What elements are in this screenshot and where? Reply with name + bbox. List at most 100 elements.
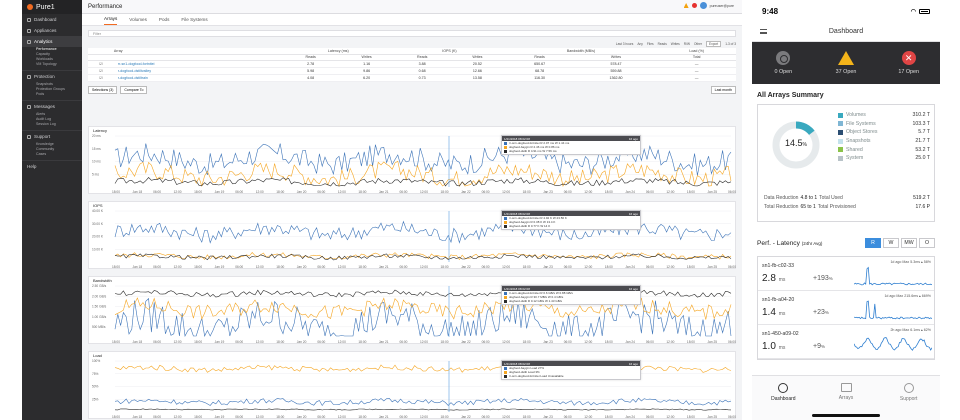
error-icon[interactable] — [691, 3, 697, 8]
x-tick-label: 12:00 — [256, 415, 264, 419]
y-tick-label: 2.00 GB/s — [92, 294, 107, 298]
time-range-select[interactable]: Last 3 hours — [616, 42, 634, 46]
y-tick-label: 30.00 K — [92, 222, 104, 226]
user-name[interactable]: pureuser@pure — [710, 4, 734, 8]
latency-row[interactable]: sn1-fb-a04-20 1.4 ms +23% 1d ago Max 215.6m… — [758, 291, 934, 325]
tab-file-systems[interactable]: File Systems — [181, 17, 207, 25]
row-label: Data Reduction — [764, 194, 799, 201]
table-row[interactable]: ☑ r-dogfood-dstiltvalley 5.98 9.86 0.68 … — [88, 67, 736, 75]
chart-3[interactable]: Load 100% 75% 50% 25% 18:00 Jan 18 06:00 12:00 18… — [88, 351, 736, 419]
tab-arrays[interactable]: Arrays — [104, 16, 118, 25]
cell: 1362.80 — [574, 74, 658, 82]
seg-mixed[interactable]: MW — [901, 238, 917, 248]
chart-2[interactable]: Bandwidth 2.50 GB/s 2.00 GB/s 1.50 GB/s 1.00… — [88, 276, 736, 344]
row-checkbox[interactable]: ☑ — [88, 67, 114, 75]
x-tick-label: Jan 21 — [379, 265, 389, 269]
x-tick-label: 06:00 — [235, 340, 243, 344]
series-swatch — [504, 299, 507, 303]
chart-0[interactable]: Latency 20 ms 15 ms 10 ms 5 ms 18:00 Jan 18 06:… — [88, 126, 736, 194]
series-swatch — [504, 291, 507, 295]
y-tick-label: 10.00 K — [92, 247, 104, 251]
table-row[interactable]: ☑ rr-sn1-dogfood-fortnitei 2.78 1.16 3.8… — [88, 60, 736, 68]
legend-value: 25.0 T — [915, 155, 930, 162]
sidebar: Pure1 Dashboard Appliances Analytics Per… — [22, 0, 82, 420]
any-toggle[interactable]: Any — [637, 42, 643, 46]
other-checkbox[interactable]: Other — [694, 42, 702, 46]
sidebar-sub-vm-topology[interactable]: VM Topology — [22, 62, 82, 67]
alert-critical[interactable]: ✕ 17 Open — [877, 42, 940, 84]
sidebar-item-help[interactable]: Help — [22, 161, 82, 172]
chart-1[interactable]: IOPS 40.00 K 30.00 K 20.00 K 10.00 K 18:00 Jan… — [88, 201, 736, 269]
x-tick-label: 12:00 — [256, 190, 264, 194]
compare-button[interactable]: Compare To — [120, 85, 148, 94]
sidebar-item-messages[interactable]: Messages — [22, 101, 82, 112]
sidebar-item-appliances[interactable]: Appliances — [22, 25, 82, 36]
brand-logo[interactable]: Pure1 — [22, 0, 82, 14]
cell: 0.73 — [394, 74, 451, 82]
tab-dashboard[interactable]: Dashboard — [752, 376, 815, 420]
sidebar-item-dashboard[interactable]: Dashboard — [22, 14, 82, 25]
rw-checkbox[interactable]: R/W — [684, 42, 690, 46]
summary-box[interactable]: 14.5% Volumes 310.2 T File Systems 103.3 TO… — [757, 104, 935, 222]
avatar[interactable] — [699, 2, 707, 9]
x-tick-label: 06:00 — [235, 190, 243, 194]
files-toggle[interactable]: Files — [647, 42, 654, 46]
sidebar-item-protection[interactable]: Protection — [22, 71, 82, 82]
legend-row: Shared 53.2 T — [838, 145, 930, 154]
series-swatch — [504, 216, 507, 220]
alert-warning[interactable]: 37 Open — [815, 42, 878, 84]
cell: 1.16 — [338, 60, 395, 68]
x-tick-label: Jan 25 — [707, 415, 717, 419]
menu-icon[interactable] — [760, 29, 767, 34]
chart-tooltip: 1/21/2018 08:02:08 16 ago rr-sn1-dogfood-f… — [501, 285, 641, 305]
latency-title: Perf. - Latency (24hr Avg) — [757, 240, 822, 247]
seg-write[interactable]: W — [883, 238, 899, 248]
row-checkbox[interactable]: ☑ — [88, 60, 114, 68]
tab-label: Dashboard — [771, 396, 796, 402]
array-name[interactable]: r-dogfood-dstiltrain — [113, 74, 283, 82]
array-name[interactable]: rr-sn1-dogfood-fortnitei — [113, 60, 283, 68]
array-name[interactable]: r-dogfood-dstiltvalley — [113, 67, 283, 75]
seg-other[interactable]: O — [919, 238, 935, 248]
row-checkbox[interactable]: ☑ — [88, 74, 114, 82]
latency-row[interactable]: sn1-450-a09-02 1.0 ms +9% 2h ago Max 6.1ms … — [758, 325, 934, 359]
legend-row: Snapshots 21.7 T — [838, 137, 930, 146]
sidebar-sub-session-log[interactable]: Session Log — [22, 122, 82, 127]
reads-checkbox[interactable]: Reads — [658, 42, 667, 46]
x-tick-label: Jan 18 — [133, 340, 143, 344]
sidebar-item-support[interactable]: Support — [22, 131, 82, 142]
capacity-legend: Volumes 310.2 T File Systems 103.3 T Object … — [838, 111, 930, 163]
sidebar-sub-cases[interactable]: Cases — [22, 152, 82, 157]
warning-icon[interactable] — [683, 3, 689, 8]
dashboard-icon — [27, 17, 31, 22]
metric-selector: R W MW O — [865, 238, 935, 248]
x-tick-label: 18:00 — [523, 265, 531, 269]
x-tick-label: Jan 21 — [379, 415, 389, 419]
series-swatch — [504, 220, 507, 224]
selections-button[interactable]: Selections (3) — [88, 85, 118, 94]
x-tick-label: 12:00 — [584, 340, 592, 344]
latency-row[interactable]: sn1-fb-c02-33 2.8 ms +193% 1d ago Max 5.3ms… — [758, 257, 934, 291]
filter-input[interactable]: Filter — [88, 30, 736, 37]
tab-support[interactable]: Support — [877, 376, 940, 420]
alert-info[interactable]: 0 Open — [752, 42, 815, 84]
critical-alert-icon: ✕ — [901, 51, 916, 65]
series-swatch — [504, 374, 507, 378]
sidebar-sub-pods[interactable]: Pods — [22, 92, 82, 97]
chart-tooltip: 1/21/2018 08:02:08 16 ago rr-sn1-dogfood-f… — [501, 135, 641, 155]
range-select[interactable]: Last month — [710, 85, 736, 94]
sidebar-item-analytics[interactable]: Analytics — [22, 36, 82, 47]
series-line — [114, 408, 732, 411]
tab-pods[interactable]: Pods — [159, 17, 169, 25]
dashboard-tab-icon — [778, 383, 789, 393]
writes-checkbox[interactable]: Writes — [671, 42, 680, 46]
app-header: Dashboard — [752, 22, 940, 42]
perf-title: Perf. - Latency — [757, 239, 800, 247]
export-button[interactable]: Export — [705, 40, 722, 47]
legend-swatch — [838, 121, 843, 127]
table-row[interactable]: ☑ r-dogfood-dstiltrain 4.08 6.20 0.73 13… — [88, 74, 736, 82]
x-tick-label: 18:00 — [276, 415, 284, 419]
seg-read[interactable]: R — [865, 238, 881, 248]
tab-volumes[interactable]: Volumes — [129, 17, 147, 25]
cell: — — [657, 74, 736, 82]
